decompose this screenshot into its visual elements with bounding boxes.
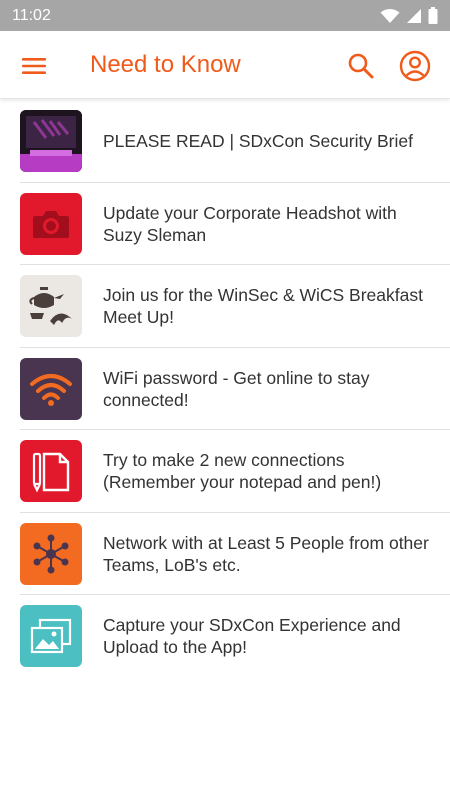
list-item[interactable]: Try to make 2 new connections (Remember … <box>20 430 450 513</box>
list-item-title: Capture your SDxCon Experience and Uploa… <box>103 615 401 657</box>
app-bar: Need to Know <box>0 31 450 99</box>
list-item[interactable]: Capture your SDxCon Experience and Uploa… <box>20 595 450 678</box>
list-item-title: Join us for the WinSec & WiCS Breakfast … <box>103 285 423 327</box>
list-item[interactable]: WiFi password - Get online to stay conne… <box>20 348 450 430</box>
battery-icon <box>428 7 438 24</box>
list-item[interactable]: Join us for the WinSec & WiCS Breakfast … <box>20 265 450 348</box>
list-item-title: Try to make 2 new connections (Remember … <box>103 450 382 492</box>
need-to-know-list: PLEASE READ | SDxCon Security Brief Upda… <box>0 100 450 678</box>
status-time: 11:02 <box>12 6 51 24</box>
list-item-title: PLEASE READ | SDxCon Security Brief <box>103 131 413 151</box>
search-button[interactable] <box>343 48 379 84</box>
teapot-croissant-icon <box>20 275 82 337</box>
notepad-pen-icon <box>20 440 82 502</box>
status-icons <box>380 7 438 24</box>
account-icon <box>399 50 431 82</box>
hamburger-menu-icon <box>22 58 46 74</box>
list-item-title: WiFi password - Get online to stay conne… <box>103 367 370 410</box>
list-item[interactable]: PLEASE READ | SDxCon Security Brief <box>20 100 450 183</box>
network-icon <box>20 522 82 585</box>
wifi-signal-icon <box>380 8 400 23</box>
list-item-title: Update your Corporate Headshot with Suzy… <box>103 202 397 245</box>
menu-button[interactable] <box>16 48 52 84</box>
page-title: Need to Know <box>90 51 241 78</box>
list-item-title: Network with at Least 5 People from othe… <box>103 532 429 575</box>
camera-icon <box>20 192 82 255</box>
list-item[interactable]: Network with at Least 5 People from othe… <box>20 513 450 595</box>
search-icon <box>348 53 374 79</box>
cell-signal-icon <box>407 8 421 23</box>
status-bar: 11:02 <box>0 0 450 31</box>
laptop-photo-icon <box>20 110 82 172</box>
wifi-icon <box>20 357 82 420</box>
account-button[interactable] <box>397 48 433 84</box>
list-item[interactable]: Update your Corporate Headshot with Suzy… <box>20 183 450 265</box>
photo-gallery-icon <box>20 605 82 667</box>
